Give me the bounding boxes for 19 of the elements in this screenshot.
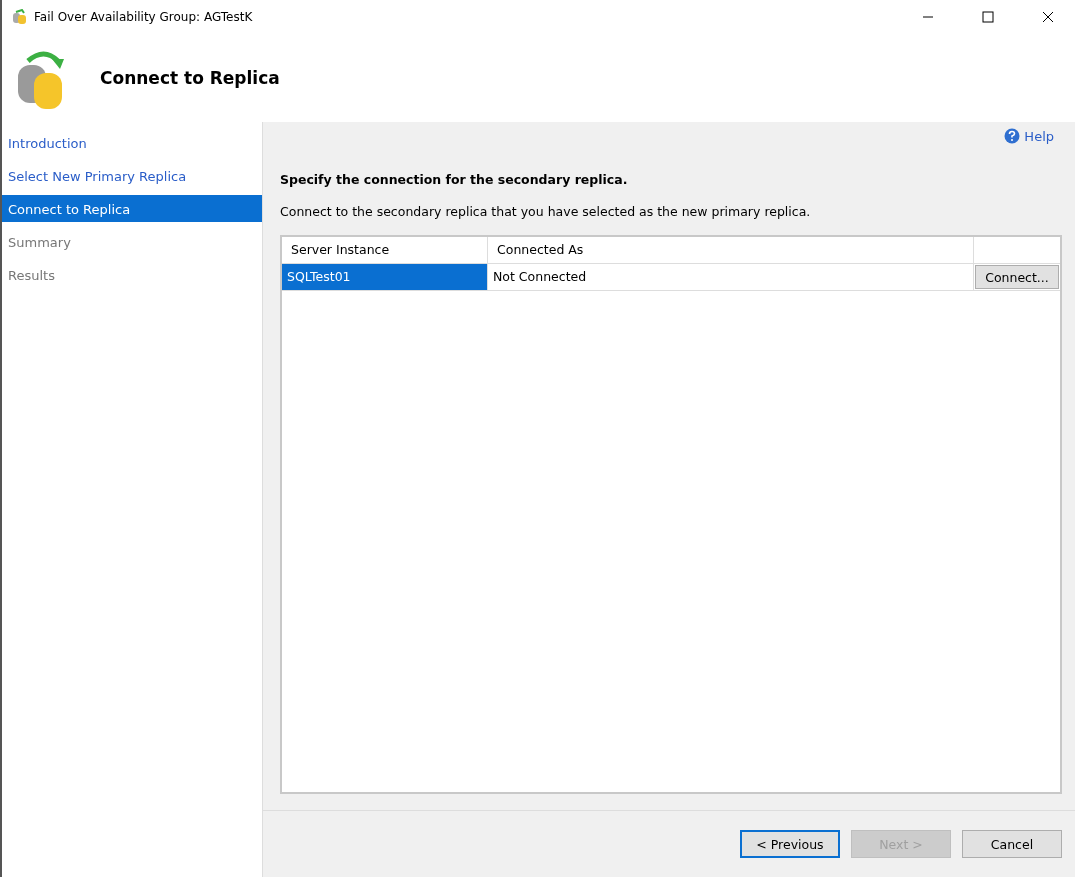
sidebar-item[interactable]: Introduction bbox=[2, 129, 262, 156]
wizard-button[interactable]: < Previous bbox=[740, 830, 840, 858]
wizard-button[interactable]: Cancel bbox=[962, 830, 1062, 858]
sidebar-item[interactable]: Select New Primary Replica bbox=[2, 162, 262, 189]
close-icon bbox=[1042, 10, 1054, 23]
table-cell: Not Connected bbox=[488, 264, 974, 290]
description-text: Connect to the secondary replica that you have selected as the new primary replica. bbox=[280, 204, 812, 219]
section-heading: Specify the connection for the secondary replica. bbox=[280, 172, 629, 187]
sidebar-item[interactable]: Connect to Replica bbox=[2, 195, 262, 222]
window-title: Fail Over Availability Group: AGTestK bbox=[34, 9, 254, 24]
help-icon bbox=[1004, 128, 1021, 144]
maximize-icon bbox=[982, 10, 994, 23]
column-header: Connected As bbox=[488, 237, 974, 263]
table-cell[interactable]: SQLTest01 bbox=[282, 264, 488, 290]
column-header: Server Instance bbox=[282, 237, 488, 263]
connect-button[interactable]: Connect... bbox=[975, 265, 1059, 289]
database-icon bbox=[12, 8, 28, 25]
page-title: Connect to Replica bbox=[100, 67, 280, 88]
help-link[interactable]: Help bbox=[1004, 128, 1054, 144]
